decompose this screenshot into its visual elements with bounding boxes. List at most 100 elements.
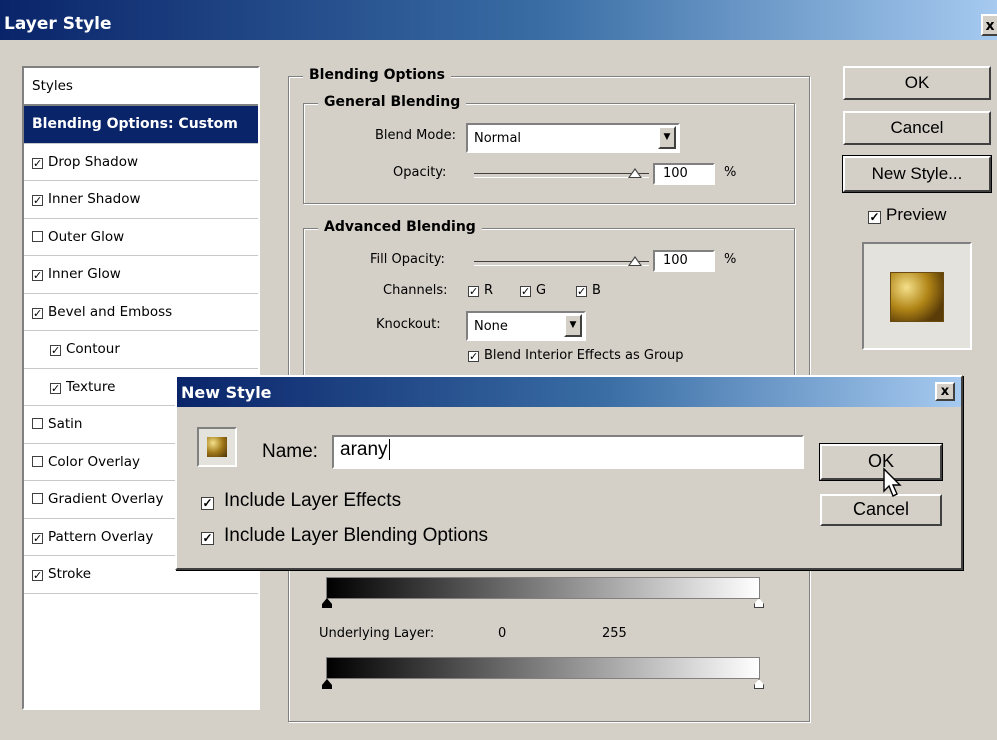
general-blending-group: General Blending bbox=[303, 94, 795, 204]
styles-item-label: Gradient Overlay bbox=[48, 491, 164, 507]
advanced-blending-title: Advanced Blending bbox=[318, 219, 482, 235]
styles-item-label: Contour bbox=[66, 341, 120, 357]
opacity-percent: % bbox=[724, 165, 737, 180]
style-preview bbox=[862, 242, 972, 350]
checkbox-empty-icon[interactable] bbox=[32, 493, 43, 504]
check-icon[interactable]: ✓ bbox=[50, 382, 61, 394]
name-label: Name: bbox=[262, 441, 318, 462]
check-icon: ✓ bbox=[201, 531, 214, 545]
checkbox-empty-icon[interactable] bbox=[32, 230, 43, 242]
styles-item-label: Pattern Overlay bbox=[48, 528, 154, 545]
check-icon: ✓ bbox=[468, 285, 479, 298]
channel-b-checkbox[interactable]: ✓ B bbox=[576, 283, 601, 298]
dialog-ok-button[interactable]: OK bbox=[819, 443, 943, 481]
styles-item-label: Stroke bbox=[48, 566, 92, 582]
blend-mode-value: Normal bbox=[474, 131, 522, 146]
new-style-titlebar: New Style bbox=[177, 377, 961, 407]
include-blending-label: Include Layer Blending Options bbox=[224, 525, 489, 546]
checkbox-empty-icon[interactable] bbox=[32, 455, 43, 467]
channel-g-label: G bbox=[536, 283, 547, 298]
mouse-cursor-icon bbox=[883, 467, 902, 497]
styles-item[interactable]: ✓ Drop Shadow bbox=[24, 144, 258, 181]
fill-opacity-label: Fill Opacity: bbox=[370, 252, 445, 267]
styles-item[interactable]: ✓ Bevel and Emboss bbox=[24, 294, 258, 331]
blend-mode-label: Blend Mode: bbox=[375, 128, 456, 143]
channel-r-checkbox[interactable]: ✓ R bbox=[468, 283, 493, 298]
styles-item-label: Inner Shadow bbox=[48, 191, 141, 207]
opacity-slider-thumb[interactable] bbox=[628, 168, 642, 178]
dialog-cancel-button[interactable]: Cancel bbox=[820, 494, 942, 526]
new-style-dialog: New Style x Name: arany ✓ Include Layer E… bbox=[175, 375, 963, 570]
check-icon[interactable]: ✓ bbox=[32, 532, 43, 544]
general-blending-title: General Blending bbox=[318, 94, 467, 110]
fill-opacity-input[interactable]: 100 bbox=[653, 250, 715, 272]
blending-options-title: Blending Options bbox=[303, 67, 451, 83]
style-thumbnail bbox=[197, 427, 237, 467]
window-close-button[interactable]: x bbox=[981, 14, 997, 36]
styles-item[interactable]: ✓ Contour bbox=[24, 331, 258, 369]
knockout-value: None bbox=[474, 319, 508, 334]
styles-list-header[interactable]: Styles bbox=[24, 68, 258, 106]
check-icon: ✓ bbox=[520, 285, 531, 298]
check-icon[interactable]: ✓ bbox=[32, 570, 43, 581]
fill-opacity-slider[interactable] bbox=[474, 261, 649, 266]
ok-button[interactable]: OK bbox=[843, 66, 991, 100]
cancel-button[interactable]: Cancel bbox=[843, 111, 991, 145]
window-title: Layer Style bbox=[4, 14, 112, 34]
blend-interior-label: Blend Interior Effects as Group bbox=[484, 348, 684, 363]
opacity-input[interactable]: 100 bbox=[653, 163, 715, 185]
blend-interior-checkbox[interactable]: ✓ Blend Interior Effects as Group bbox=[468, 348, 683, 363]
channel-g-checkbox[interactable]: ✓ G bbox=[520, 283, 546, 298]
channels-label: Channels: bbox=[383, 283, 448, 298]
check-icon: ✓ bbox=[576, 285, 587, 298]
blend-mode-select[interactable]: Normal bbox=[466, 123, 680, 153]
gold-thumbnail-swatch bbox=[207, 437, 227, 457]
check-icon[interactable]: ✓ bbox=[32, 307, 43, 319]
styles-item[interactable]: Outer Glow bbox=[24, 219, 258, 256]
include-blending-checkbox[interactable]: ✓ Include Layer Blending Options bbox=[201, 525, 488, 547]
preview-checkbox[interactable]: ✓ Preview bbox=[868, 205, 946, 225]
check-icon[interactable]: ✓ bbox=[32, 195, 43, 206]
styles-item[interactable]: ✓ Inner Shadow bbox=[24, 181, 258, 219]
styles-item-label: Satin bbox=[48, 416, 83, 432]
underlying-max-value: 255 bbox=[602, 626, 627, 641]
styles-item-label: Outer Glow bbox=[48, 228, 125, 245]
underlying-layer-gradient bbox=[326, 657, 760, 679]
fill-opacity-slider-thumb[interactable] bbox=[628, 256, 642, 266]
check-icon[interactable]: ✓ bbox=[50, 345, 61, 356]
channel-r-label: R bbox=[484, 283, 494, 298]
chevron-down-icon[interactable]: ▼ bbox=[658, 126, 676, 149]
check-icon[interactable]: ✓ bbox=[32, 157, 43, 169]
styles-item-label: Inner Glow bbox=[48, 266, 121, 282]
channel-b-label: B bbox=[592, 283, 601, 298]
fill-opacity-percent: % bbox=[724, 252, 737, 267]
layer-style-titlebar: Layer Style x bbox=[0, 0, 997, 40]
styles-item-blending-options[interactable]: Blending Options: Custom bbox=[24, 106, 258, 144]
opacity-slider[interactable] bbox=[474, 173, 649, 178]
underlying-min-value: 0 bbox=[498, 626, 507, 641]
check-icon: ✓ bbox=[468, 350, 479, 363]
text-caret bbox=[388, 439, 390, 460]
preview-label: Preview bbox=[886, 205, 947, 224]
new-style-title: New Style bbox=[181, 383, 272, 402]
underlying-layer-label: Underlying Layer: bbox=[319, 626, 435, 641]
styles-item-label: Drop Shadow bbox=[48, 153, 139, 170]
styles-item[interactable]: ✓ Inner Glow bbox=[24, 256, 258, 294]
this-layer-gradient bbox=[326, 577, 760, 599]
style-name-input[interactable]: arany bbox=[332, 435, 804, 469]
check-icon: ✓ bbox=[868, 210, 881, 224]
styles-item-label: Texture bbox=[66, 378, 116, 395]
check-icon: ✓ bbox=[201, 496, 214, 510]
close-icon[interactable]: x bbox=[935, 382, 955, 401]
gold-texture-swatch bbox=[890, 272, 944, 322]
check-icon[interactable]: ✓ bbox=[32, 270, 43, 281]
style-name-value: arany bbox=[340, 439, 388, 460]
include-effects-label: Include Layer Effects bbox=[224, 490, 402, 511]
opacity-label: Opacity: bbox=[393, 165, 447, 180]
checkbox-empty-icon[interactable] bbox=[32, 418, 43, 429]
styles-item-label: Bevel and Emboss bbox=[48, 303, 173, 320]
chevron-down-icon[interactable]: ▼ bbox=[564, 314, 582, 337]
include-effects-checkbox[interactable]: ✓ Include Layer Effects bbox=[201, 490, 401, 512]
knockout-label: Knockout: bbox=[376, 317, 441, 332]
new-style-button[interactable]: New Style... bbox=[842, 155, 992, 193]
